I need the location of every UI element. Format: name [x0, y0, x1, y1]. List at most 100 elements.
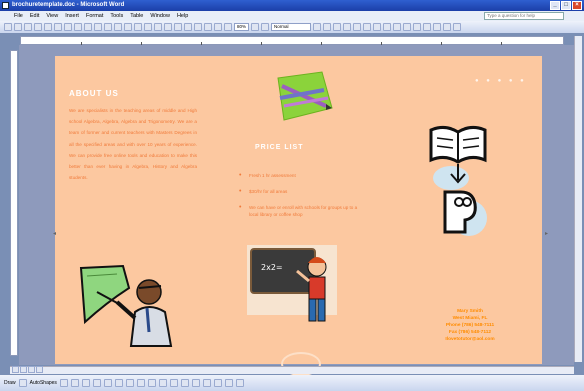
ruler-tick: [261, 42, 262, 45]
menu-insert[interactable]: Insert: [65, 11, 79, 21]
menu-edit[interactable]: Edit: [30, 11, 39, 21]
increase-indent-icon[interactable]: [423, 23, 432, 31]
help-search-input[interactable]: Type a question for help: [484, 12, 564, 20]
align-right-icon[interactable]: [363, 23, 372, 31]
standard-toolbar: 80% Normal: [0, 21, 584, 33]
line-color-icon[interactable]: [169, 379, 178, 387]
horizontal-scrollbar[interactable]: [10, 366, 574, 374]
web-layout-icon[interactable]: [20, 366, 27, 373]
line-style-icon[interactable]: [191, 379, 200, 387]
format-painter-icon[interactable]: [124, 23, 132, 31]
show-hide-icon[interactable]: [224, 23, 232, 31]
research-icon[interactable]: [84, 23, 92, 31]
about-text: We are specialists in the teaching areas…: [69, 108, 197, 181]
arrow-icon[interactable]: [70, 379, 79, 387]
maximize-icon[interactable]: □: [561, 1, 571, 10]
outside-border-icon[interactable]: [433, 23, 442, 31]
horizontal-ruler[interactable]: [20, 36, 564, 45]
print-layout-icon[interactable]: [28, 366, 35, 373]
draw-menu-button[interactable]: Draw: [4, 380, 16, 386]
redo-icon[interactable]: [144, 23, 152, 31]
cut-icon[interactable]: [94, 23, 102, 31]
outline-view-icon[interactable]: [36, 366, 43, 373]
insert-table-icon[interactable]: [174, 23, 182, 31]
font-color-draw-icon[interactable]: [180, 379, 189, 387]
save-icon[interactable]: [24, 23, 32, 31]
ruler-tick: [441, 42, 442, 45]
about-title: ABOUT US: [69, 89, 119, 98]
menu-table[interactable]: Table: [130, 11, 143, 21]
email-icon[interactable]: [44, 23, 52, 31]
new-document-icon[interactable]: [4, 23, 12, 31]
menu-tools[interactable]: Tools: [110, 11, 123, 21]
line-spacing-icon[interactable]: [383, 23, 392, 31]
line-icon[interactable]: [59, 379, 68, 387]
picture-icon[interactable]: [147, 379, 156, 387]
italic-icon[interactable]: [323, 23, 332, 31]
insert-excel-icon[interactable]: [184, 23, 192, 31]
highlight-icon[interactable]: [443, 23, 452, 31]
print-icon[interactable]: [54, 23, 62, 31]
word-app-icon: [2, 2, 9, 9]
chalkboard-text: 2x2=: [261, 263, 283, 272]
menu-help[interactable]: Help: [177, 11, 188, 21]
text-box-icon[interactable]: [103, 379, 112, 387]
clipart-icon[interactable]: [136, 379, 145, 387]
decrease-indent-icon[interactable]: [413, 23, 422, 31]
tables-borders-icon[interactable]: [164, 23, 172, 31]
document-map-icon[interactable]: [214, 23, 222, 31]
normal-view-icon[interactable]: [12, 366, 19, 373]
columns-icon[interactable]: [194, 23, 202, 31]
spelling-icon[interactable]: [74, 23, 82, 31]
menu-file[interactable]: File: [14, 11, 23, 21]
oval-icon[interactable]: [92, 379, 101, 387]
brochure-page[interactable]: ABOUT US We are specialists in the teach…: [53, 56, 548, 376]
pencils-clipart-icon: [277, 71, 333, 121]
menu-window[interactable]: Window: [150, 11, 170, 21]
vertical-ruler[interactable]: [10, 50, 18, 356]
align-center-icon[interactable]: [353, 23, 362, 31]
paste-icon[interactable]: [114, 23, 122, 31]
dash-style-icon[interactable]: [202, 379, 211, 387]
numbering-icon[interactable]: [393, 23, 402, 31]
select-objects-icon[interactable]: [18, 379, 27, 387]
arrow-style-icon[interactable]: [213, 379, 222, 387]
bold-icon[interactable]: [313, 23, 322, 31]
justify-icon[interactable]: [373, 23, 382, 31]
wordart-icon[interactable]: [114, 379, 123, 387]
print-preview-icon[interactable]: [64, 23, 72, 31]
3d-icon[interactable]: [235, 379, 244, 387]
align-left-icon[interactable]: [343, 23, 352, 31]
copy-icon[interactable]: [104, 23, 112, 31]
vertical-scrollbar[interactable]: [574, 36, 582, 362]
window-controls: _ □ ×: [550, 1, 582, 10]
rectangle-icon[interactable]: [81, 379, 90, 387]
bullets-icon[interactable]: [403, 23, 412, 31]
book-head-clipart-icon: [429, 125, 487, 236]
title-bar: brochuretemplate.doc - Microsoft Word _ …: [0, 0, 584, 11]
style-select[interactable]: Normal: [271, 23, 312, 31]
diagram-icon[interactable]: [125, 379, 134, 387]
hyperlink-icon[interactable]: [154, 23, 162, 31]
menu-view[interactable]: View: [46, 11, 58, 21]
fill-color-icon[interactable]: [158, 379, 167, 387]
open-folder-icon[interactable]: [14, 23, 22, 31]
underline-icon[interactable]: [333, 23, 342, 31]
help-icon[interactable]: [251, 23, 260, 31]
zoom-select[interactable]: 80%: [234, 23, 250, 31]
close-icon[interactable]: ×: [572, 1, 582, 10]
decorative-dots: ● ● ● ● ●: [475, 78, 527, 84]
drawing-icon[interactable]: [204, 23, 212, 31]
autoshapes-menu-button[interactable]: AutoShapes: [30, 380, 57, 386]
permission-icon[interactable]: [34, 23, 42, 31]
font-color-icon[interactable]: [453, 23, 462, 31]
contact-email[interactable]: Ilovetotutor@aol.com: [405, 336, 535, 343]
undo-icon[interactable]: [134, 23, 142, 31]
read-icon[interactable]: [261, 23, 270, 31]
menu-format[interactable]: Format: [86, 11, 103, 21]
minimize-icon[interactable]: _: [550, 1, 560, 10]
contact-name: Mary Smith: [457, 309, 483, 314]
chalkboard-clipart: 2x2=: [245, 243, 340, 333]
contact-address: West Miami, FL: [452, 316, 488, 321]
shadow-icon[interactable]: [224, 379, 233, 387]
